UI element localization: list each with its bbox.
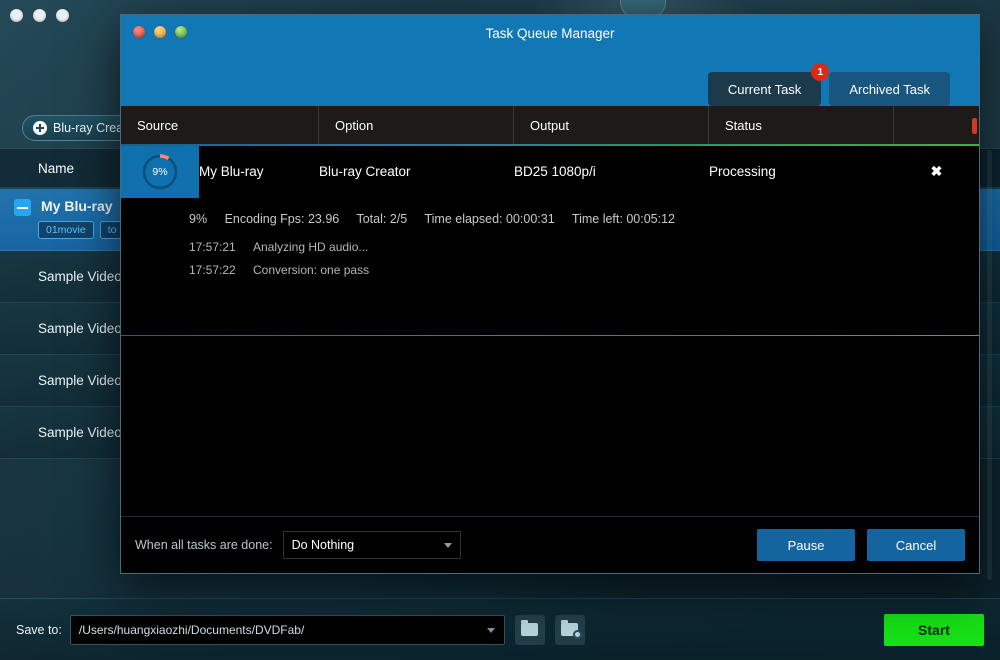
task-progress-summary: 9% Encoding Fps: 23.96 Total: 2/5 Time e… bbox=[189, 212, 979, 226]
summary-total: Total: 2/5 bbox=[356, 212, 407, 226]
tab-current-task[interactable]: Current Task 1 bbox=[708, 72, 821, 106]
log-timestamp: 17:57:21 bbox=[189, 240, 253, 254]
log-entry: 17:57:21 Analyzing HD audio... bbox=[189, 240, 979, 254]
task-queue-manager-dialog: Task Queue Manager Current Task 1 Archiv… bbox=[120, 14, 980, 574]
summary-time-left: Time left: 00:05:12 bbox=[572, 212, 675, 226]
folder-icon bbox=[521, 623, 538, 636]
tab-archived-task-label: Archived Task bbox=[849, 82, 930, 97]
empty-task-area bbox=[121, 336, 979, 516]
current-task-badge: 1 bbox=[811, 63, 829, 81]
column-header-actions bbox=[894, 106, 979, 144]
task-detail-panel: 9% Encoding Fps: 23.96 Total: 2/5 Time e… bbox=[121, 198, 979, 286]
save-path-input[interactable]: /Users/huangxiaozhi/Documents/DVDFab/ bbox=[70, 615, 505, 645]
attention-marker bbox=[972, 118, 977, 134]
task-tabs: Current Task 1 Archived Task bbox=[708, 72, 950, 106]
remove-task-icon[interactable]: ✖ bbox=[894, 163, 979, 180]
when-done-value: Do Nothing bbox=[292, 538, 355, 552]
summary-percent: 9% bbox=[189, 212, 207, 226]
column-header-output: Output bbox=[514, 106, 709, 144]
pause-button[interactable]: Pause bbox=[757, 529, 855, 561]
detail-spacer bbox=[121, 286, 979, 335]
summary-elapsed: Time elapsed: 00:00:31 bbox=[424, 212, 554, 226]
when-done-label: When all tasks are done: bbox=[135, 538, 273, 552]
cell-source: My Blu-ray bbox=[199, 164, 319, 179]
when-done-select[interactable]: Do Nothing bbox=[283, 531, 461, 559]
chevron-down-icon[interactable] bbox=[487, 628, 495, 633]
background-list-scrollbar[interactable] bbox=[987, 150, 992, 580]
list-item-label: Sample Video- bbox=[14, 373, 126, 388]
column-header-source: Source bbox=[121, 106, 319, 144]
add-icon bbox=[33, 121, 47, 135]
dialog-title: Task Queue Manager bbox=[121, 26, 979, 41]
task-table-header: Source Option Output Status bbox=[121, 106, 979, 144]
cell-actions: ✖ bbox=[894, 163, 979, 180]
cell-status: Processing bbox=[709, 164, 894, 179]
folder-disc-icon bbox=[561, 623, 578, 636]
summary-fps: Encoding Fps: 23.96 bbox=[225, 212, 340, 226]
progress-ring: 9% bbox=[141, 153, 179, 191]
bottom-toolbar: Save to: /Users/huangxiaozhi/Documents/D… bbox=[0, 598, 1000, 660]
close-icon[interactable] bbox=[10, 9, 23, 22]
tab-archived-task[interactable]: Archived Task bbox=[829, 72, 950, 106]
progress-percent-label: 9% bbox=[141, 153, 179, 191]
dialog-header: Task Queue Manager Current Task 1 Archiv… bbox=[121, 15, 979, 106]
log-timestamp: 17:57:22 bbox=[189, 263, 253, 277]
dialog-action-buttons: Pause Cancel bbox=[757, 529, 965, 561]
background-window-traffic-lights bbox=[10, 9, 69, 22]
row-progress-indicator: 9% bbox=[121, 146, 199, 198]
chevron-down-icon[interactable] bbox=[444, 543, 452, 548]
save-to-label: Save to: bbox=[16, 623, 62, 637]
column-header-name: Name bbox=[38, 161, 74, 176]
dialog-footer: When all tasks are done: Do Nothing Paus… bbox=[121, 516, 979, 573]
maximize-icon[interactable] bbox=[56, 9, 69, 22]
minimize-icon[interactable] bbox=[33, 9, 46, 22]
save-path-value: /Users/huangxiaozhi/Documents/DVDFab/ bbox=[79, 623, 304, 637]
table-row[interactable]: 9% My Blu-ray Blu-ray Creator BD25 1080p… bbox=[121, 146, 979, 198]
list-item-label: Sample Video- bbox=[14, 321, 126, 336]
disc-overlay-icon bbox=[573, 630, 582, 639]
column-header-option: Option bbox=[319, 106, 514, 144]
column-header-status: Status bbox=[709, 106, 894, 144]
cell-output: BD25 1080p/i bbox=[514, 164, 709, 179]
collapse-icon[interactable] bbox=[14, 199, 31, 216]
log-message: Conversion: one pass bbox=[253, 263, 369, 277]
start-button[interactable]: Start bbox=[884, 614, 984, 646]
log-entry: 17:57:22 Conversion: one pass bbox=[189, 263, 979, 277]
folder-disc-button[interactable] bbox=[555, 615, 585, 645]
list-item-label: Sample Video- bbox=[14, 425, 126, 440]
list-item-title: My Blu-ray bbox=[41, 198, 113, 214]
cell-option: Blu-ray Creator bbox=[319, 164, 514, 179]
log-message: Analyzing HD audio... bbox=[253, 240, 368, 254]
open-folder-button[interactable] bbox=[515, 615, 545, 645]
cancel-button[interactable]: Cancel bbox=[867, 529, 965, 561]
list-item-label: Sample Video- bbox=[14, 269, 126, 284]
tab-current-task-label: Current Task bbox=[728, 82, 801, 97]
chip-movie-count[interactable]: 01movie bbox=[38, 221, 94, 239]
